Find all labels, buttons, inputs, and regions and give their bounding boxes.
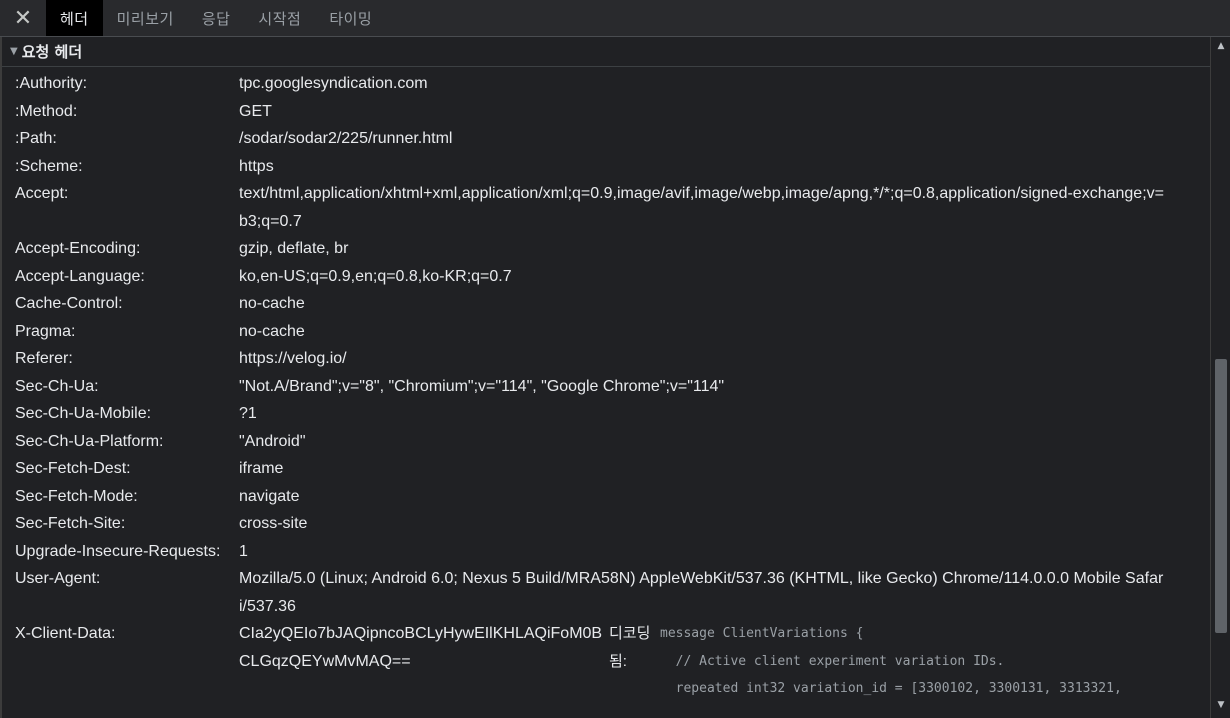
header-name: Accept-Language: bbox=[15, 267, 145, 285]
tab-timing[interactable]: 타이밍 bbox=[315, 0, 386, 36]
section-title: 요청 헤더 bbox=[21, 43, 83, 61]
header-name: Upgrade-Insecure-Requests: bbox=[15, 542, 221, 560]
header-value: /sodar/sodar2/225/runner.html bbox=[239, 130, 453, 147]
header-value: CIa2yQEIo7bJAQipncoBCLyHywEIlKHLAQiFoM0B… bbox=[239, 625, 603, 670]
header-row: :Authority: tpc.googlesyndication.com bbox=[2, 70, 1210, 98]
client-data-value-group: CIa2yQEIo7bJAQipncoBCLyHywEIlKHLAQiFoM0B… bbox=[239, 620, 1122, 703]
triangle-down-icon: ▼ bbox=[10, 46, 18, 57]
header-row: Sec-Ch-Ua-Platform: "Android" bbox=[2, 428, 1210, 456]
header-name: Referer: bbox=[15, 350, 73, 367]
header-list: :Authority: tpc.googlesyndication.com :Met… bbox=[2, 67, 1210, 620]
header-row: :Path: /sodar/sodar2/225/runner.html bbox=[2, 125, 1210, 153]
scroll-down-icon[interactable]: ▼ bbox=[1211, 700, 1230, 710]
header-name: Cache-Control: bbox=[15, 295, 123, 312]
header-name: :Authority: bbox=[15, 75, 88, 92]
tab-initiator[interactable]: 시작점 bbox=[244, 0, 315, 36]
header-value: "Android" bbox=[239, 432, 306, 450]
header-value: https bbox=[239, 157, 274, 175]
header-row: Accept: text/html,application/xhtml+xml,a… bbox=[2, 180, 1210, 235]
scrollbar-thumb[interactable] bbox=[1215, 359, 1227, 633]
vertical-scrollbar[interactable]: ▲ ▼ bbox=[1210, 37, 1230, 718]
header-name: X-Client-Data: bbox=[15, 625, 116, 642]
header-value: GET bbox=[239, 102, 272, 120]
header-row: User-Agent: Mozilla/5.0 (Linux; Android 6… bbox=[2, 565, 1210, 620]
header-value: text/html,application/xhtml+xml,applicat… bbox=[239, 185, 1164, 230]
header-row: Referer: https://velog.io/ bbox=[2, 345, 1210, 373]
request-headers-section-toggle[interactable]: ▼ 요청 헤더 bbox=[2, 37, 1210, 67]
header-value: ?1 bbox=[239, 405, 257, 422]
tab-preview[interactable]: 미리보기 bbox=[103, 0, 188, 36]
header-row: Upgrade-Insecure-Requests: 1 bbox=[2, 538, 1210, 566]
header-row: Pragma: no-cache bbox=[2, 318, 1210, 346]
header-row: Sec-Ch-Ua-Mobile: ?1 bbox=[2, 400, 1210, 428]
header-row: :Method: GET bbox=[2, 98, 1210, 126]
decoded-label: 디코딩됨: bbox=[609, 625, 651, 670]
header-value: gzip, deflate, br bbox=[239, 240, 349, 257]
header-name: User-Agent: bbox=[15, 570, 101, 587]
header-value: https://velog.io/ bbox=[239, 350, 347, 367]
close-icon[interactable]: ✕ bbox=[0, 0, 46, 36]
header-row: Sec-Ch-Ua: "Not.A/Brand";v="8", "Chromium… bbox=[2, 373, 1210, 401]
header-value: Mozilla/5.0 (Linux; Android 6.0; Nexus 5… bbox=[239, 570, 1164, 615]
header-value: 1 bbox=[239, 542, 248, 560]
header-value: ko,en-US;q=0.9,en;q=0.8,ko-KR;q=0.7 bbox=[239, 267, 512, 285]
header-row: Accept-Encoding: gzip, deflate, br bbox=[2, 235, 1210, 263]
tab-headers[interactable]: 헤더 bbox=[46, 0, 103, 36]
header-name: Sec-Fetch-Dest: bbox=[15, 460, 131, 477]
scroll-up-icon[interactable]: ▲ bbox=[1211, 41, 1230, 51]
header-name: Sec-Ch-Ua-Mobile: bbox=[15, 405, 152, 422]
header-value: navigate bbox=[239, 487, 300, 505]
header-name: :Scheme: bbox=[15, 157, 83, 175]
header-name: Accept: bbox=[15, 185, 69, 202]
header-row: Cache-Control: no-cache bbox=[2, 290, 1210, 318]
header-name: Pragma: bbox=[15, 322, 76, 340]
header-name: :Method: bbox=[15, 102, 78, 120]
header-value: no-cache bbox=[239, 295, 305, 312]
header-row: Sec-Fetch-Site: cross-site bbox=[2, 510, 1210, 538]
header-row: Sec-Fetch-Mode: navigate bbox=[2, 483, 1210, 511]
header-row-x-client-data: X-Client-Data: CIa2yQEIo7bJAQipncoBCLyHy… bbox=[2, 620, 1210, 703]
header-value: cross-site bbox=[239, 515, 308, 532]
header-name: Accept-Encoding: bbox=[15, 240, 141, 257]
headers-panel: ▼ 요청 헤더 :Authority: tpc.googlesyndication… bbox=[0, 37, 1210, 718]
header-name: Sec-Fetch-Site: bbox=[15, 515, 126, 532]
header-name: Sec-Fetch-Mode: bbox=[15, 487, 138, 505]
header-name: Sec-Ch-Ua-Platform: bbox=[15, 432, 164, 450]
devtools-tabbar: ✕ 헤더 미리보기 응답 시작점 타이밍 bbox=[0, 0, 1230, 37]
header-name: Sec-Ch-Ua: bbox=[15, 377, 99, 395]
header-row: Sec-Fetch-Dest: iframe bbox=[2, 455, 1210, 483]
tab-response[interactable]: 응답 bbox=[188, 0, 245, 36]
header-value: tpc.googlesyndication.com bbox=[239, 75, 428, 92]
header-value: no-cache bbox=[239, 322, 305, 340]
header-value: iframe bbox=[239, 460, 284, 477]
header-value: "Not.A/Brand";v="8", "Chromium";v="114",… bbox=[239, 377, 725, 395]
header-row: Accept-Language: ko,en-US;q=0.9,en;q=0.8,… bbox=[2, 263, 1210, 291]
header-name: :Path: bbox=[15, 130, 57, 147]
decoded-code: message ClientVariations { // Active cli… bbox=[660, 626, 1122, 696]
header-row: :Scheme: https bbox=[2, 153, 1210, 181]
